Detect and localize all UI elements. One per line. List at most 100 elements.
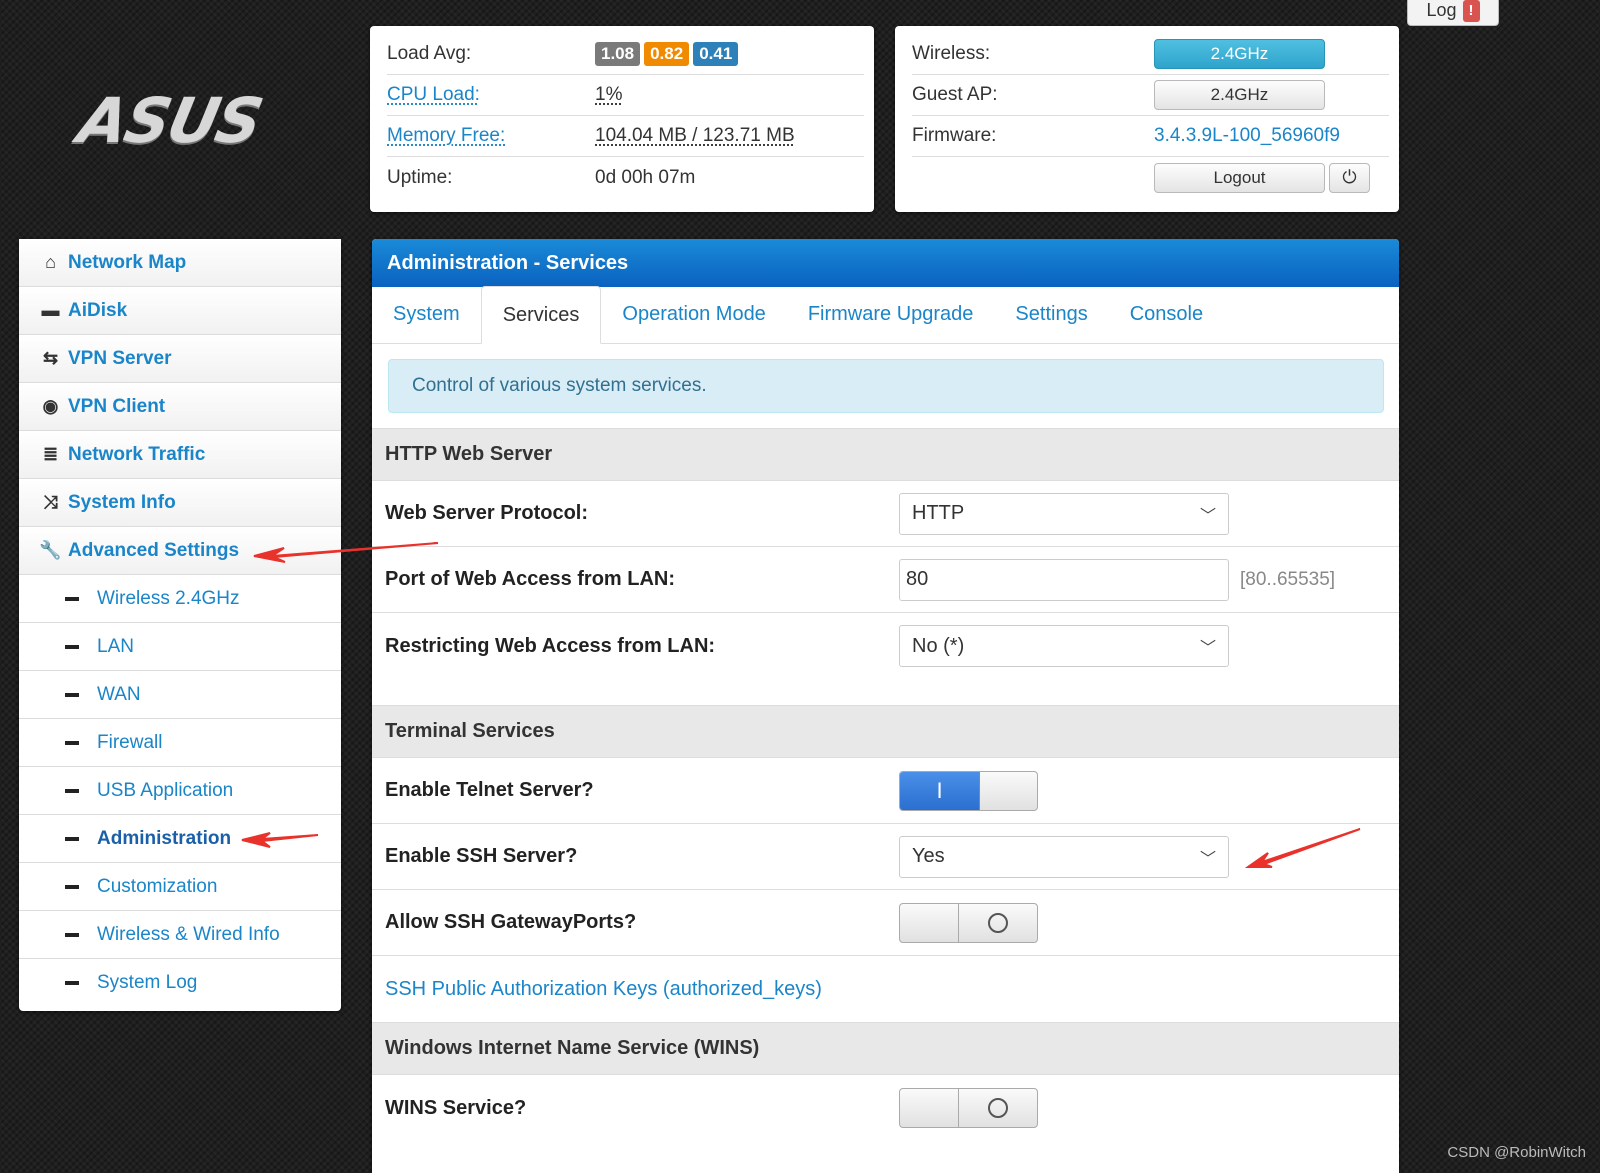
sidebar-sub-label: System Log [97, 972, 198, 993]
asus-logo: ASUS [72, 84, 268, 157]
wireless-button[interactable]: 2.4GHz [1154, 39, 1325, 69]
load-avg-1: 1.08 [595, 42, 641, 66]
sidebar-sub-system-log[interactable]: System Log [19, 959, 341, 1007]
dash-icon [65, 788, 79, 793]
tab-system[interactable]: System [372, 286, 481, 343]
sidebar-sub-usb-application[interactable]: USB Application [19, 767, 341, 815]
sidebar-item-label: Network Map [68, 251, 187, 273]
main-panel: Administration - Services System Service… [372, 239, 1399, 1173]
cpu-row: CPU Load: 1% [387, 75, 864, 116]
web-port-range: [80..65535] [1240, 568, 1336, 590]
sidebar-sub-administration[interactable]: Administration [19, 815, 341, 863]
dash-icon [65, 740, 79, 745]
restrict-access-row: Restricting Web Access from LAN: No (*) ﹀ [372, 613, 1399, 705]
sidebar-sub-label: Administration [97, 827, 232, 849]
ssh-gatewayports-label: Allow SSH GatewayPorts? [385, 911, 637, 933]
web-server-protocol-label: Web Server Protocol: [385, 502, 589, 524]
tab-firmware-upgrade[interactable]: Firmware Upgrade [787, 286, 995, 343]
sidebar-item-network-map[interactable]: ⌂ Network Map [19, 239, 341, 287]
tab-settings[interactable]: Settings [994, 286, 1108, 343]
sidebar-sub-firewall[interactable]: Firewall [19, 719, 341, 767]
memory-free-value: 104.04 MB / 123.71 MB [595, 125, 795, 146]
wins-row: WINS Service? [372, 1075, 1399, 1141]
sidebar-sub-label: Wireless & Wired Info [97, 923, 280, 945]
telnet-toggle[interactable]: I [899, 770, 1038, 811]
page-title: Administration - Services [372, 239, 1399, 287]
sidebar-item-vpn-server[interactable]: ⇆ VPN Server [19, 335, 341, 383]
sidebar-item-label: AiDisk [68, 299, 128, 321]
sidebar-item-network-traffic[interactable]: ≣ Network Traffic [19, 431, 341, 479]
dash-icon [65, 884, 79, 889]
sidebar-sub-label: LAN [97, 635, 134, 657]
memory-row: Memory Free: 104.04 MB / 123.71 MB [387, 116, 864, 157]
sidebar-sub-wan[interactable]: WAN [19, 671, 341, 719]
dash-icon [65, 836, 79, 841]
tab-operation-mode[interactable]: Operation Mode [601, 286, 786, 343]
info-alert: Control of various system services. [388, 359, 1384, 413]
sidebar-sub-customization[interactable]: Customization [19, 863, 341, 911]
random-icon: ⤨ [43, 492, 58, 512]
sidebar-item-label: VPN Client [68, 395, 166, 417]
load-avg-15: 0.41 [693, 42, 739, 66]
guest-ap-row: Guest AP: 2.4GHz [912, 75, 1389, 116]
log-button[interactable]: Log ! [1407, 0, 1499, 26]
sidebar-item-advanced-settings[interactable]: 🔧 Advanced Settings [19, 527, 341, 575]
chevron-down-icon: ﹀ [1199, 507, 1216, 525]
guest-ap-label: Guest AP: [912, 84, 998, 105]
restrict-access-select[interactable]: No (*) ﹀ [899, 625, 1229, 667]
load-avg-row: Load Avg: 1.08 0.82 0.41 [387, 34, 864, 75]
sidebar-item-vpn-client[interactable]: ◉ VPN Client [19, 383, 341, 431]
dash-icon [65, 692, 79, 697]
select-value: Yes [912, 845, 945, 867]
web-server-protocol-select[interactable]: HTTP ﹀ [899, 492, 1229, 535]
sidebar-item-label: Network Traffic [68, 443, 206, 465]
web-port-input[interactable]: 80 [899, 558, 1229, 601]
sidebar-sub-label: Firewall [97, 731, 163, 753]
section-http-web-server: HTTP Web Server [372, 428, 1399, 481]
sidebar-item-aidisk[interactable]: ▬ AiDisk [19, 287, 341, 335]
restrict-access-label: Restricting Web Access from LAN: [385, 635, 716, 657]
firmware-link[interactable]: 3.4.3.9L-100_56960f9 [1154, 125, 1340, 147]
ssh-select[interactable]: Yes ﹀ [899, 835, 1229, 878]
web-server-protocol-row: Web Server Protocol: HTTP ﹀ [372, 481, 1399, 547]
tasks-icon: ≣ [42, 444, 59, 464]
sidebar-sub-label: Customization [97, 875, 218, 897]
cpu-load-link[interactable]: CPU Load: [387, 84, 595, 106]
toggle-off-indicator [988, 1098, 1008, 1118]
ssh-keys-link[interactable]: SSH Public Authorization Keys (authorize… [385, 978, 822, 1001]
wrench-icon: 🔧 [39, 540, 62, 560]
sidebar-item-system-info[interactable]: ⤨ System Info [19, 479, 341, 527]
uptime-label: Uptime: [387, 166, 453, 188]
web-port-row: Port of Web Access from LAN: 80 [80..655… [372, 547, 1399, 613]
sidebar-sub-lan[interactable]: LAN [19, 623, 341, 671]
load-avg-5: 0.82 [644, 42, 690, 66]
dash-icon [65, 932, 79, 937]
section-wins: Windows Internet Name Service (WINS) [372, 1022, 1399, 1075]
logout-button[interactable]: Logout [1154, 162, 1325, 193]
ssh-gatewayports-row: Allow SSH GatewayPorts? [372, 890, 1399, 956]
power-icon[interactable]: ⏻ [1329, 162, 1370, 193]
log-label: Log [1426, 0, 1457, 20]
guest-ap-button[interactable]: 2.4GHz [1154, 80, 1325, 110]
telnet-row: Enable Telnet Server? I [372, 758, 1399, 824]
tab-services[interactable]: Services [480, 286, 602, 344]
tab-console[interactable]: Console [1109, 286, 1224, 343]
sidebar-sub-wireless[interactable]: Wireless 2.4GHz [19, 575, 341, 623]
uptime-row: Uptime: 0d 00h 07m [387, 157, 864, 198]
ssh-gatewayports-toggle[interactable] [899, 902, 1038, 943]
memory-free-link[interactable]: Memory Free: [387, 125, 595, 147]
watermark: CSDN @RobinWitch [1447, 1144, 1586, 1161]
chevron-down-icon: ﹀ [1199, 850, 1216, 868]
toggle-on-indicator: I [900, 771, 980, 810]
status-card: Load Avg: 1.08 0.82 0.41 CPU Load: 1% Memo… [370, 26, 874, 212]
cpu-load-value: 1% [595, 84, 623, 105]
web-port-label: Port of Web Access from LAN: [385, 568, 676, 590]
sidebar-sub-wireless-wired-info[interactable]: Wireless & Wired Info [19, 911, 341, 959]
dash-icon [65, 644, 79, 649]
chevron-down-icon: ﹀ [1199, 640, 1216, 657]
retweet-icon: ⇆ [42, 348, 59, 368]
home-icon: ⌂ [45, 252, 56, 272]
wireless-label: Wireless: [912, 43, 991, 64]
sidebar: ⌂ Network Map ▬ AiDisk ⇆ VPN Server ◉ VPN Cl… [19, 239, 341, 1011]
wins-toggle[interactable] [899, 1088, 1038, 1128]
